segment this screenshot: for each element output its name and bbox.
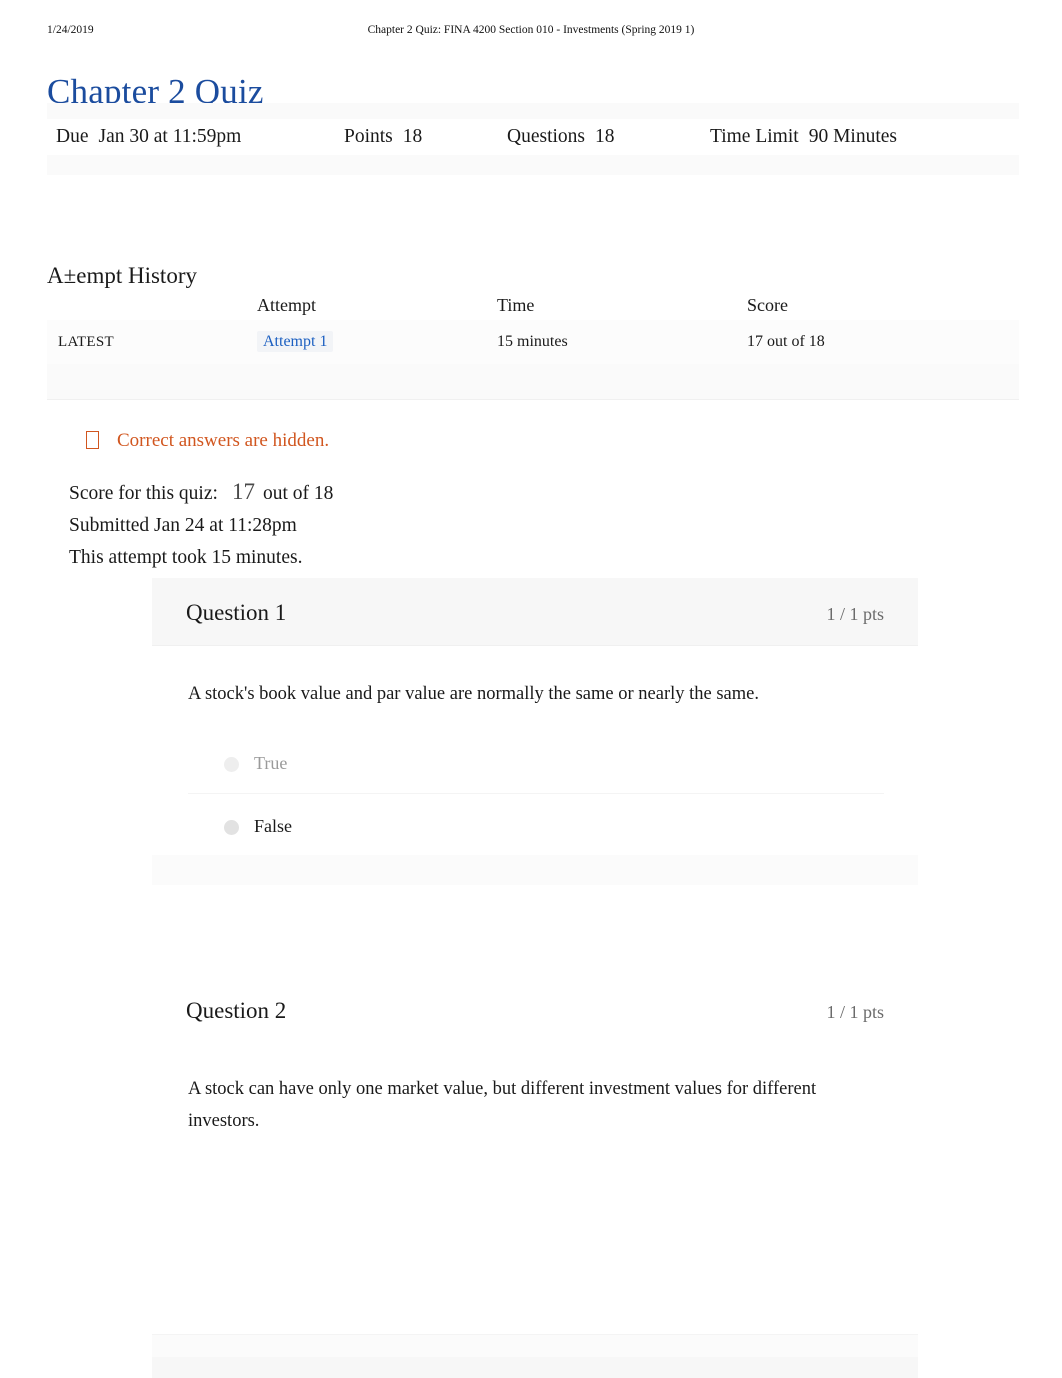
attempt-duration-line: This attempt took 15 minutes. [69, 547, 303, 568]
question-card-2: Question 2 1 / 1 pts A stock can have on… [152, 978, 918, 1178]
question-2-points: 1 / 1 pts [826, 1002, 884, 1022]
score-for-quiz-line: Score for this quiz: 17 out of 18 [69, 476, 333, 510]
print-document-title: Chapter 2 Quiz: FINA 4200 Section 010 - … [367, 24, 695, 36]
radio-icon-false[interactable] [224, 820, 239, 835]
quiz-questions-value: 18 [595, 126, 615, 147]
quiz-due-value: Jan 30 at 11:59pm [98, 126, 242, 147]
quiz-time-limit-value: 90 Minutes [808, 126, 897, 147]
attempt-cell: Attempt 1 [257, 320, 334, 364]
answer-label-false: False [254, 816, 292, 836]
latest-attempt-badge: LATEST [58, 334, 114, 350]
print-header: 1/24/2019 Chapter 2 Quiz: FINA 4200 Sect… [0, 24, 1062, 40]
attempt-time-cell: 15 minutes [497, 333, 568, 350]
question-1-header: Question 1 1 / 1 pts [152, 578, 918, 646]
meta-band-top [47, 103, 1019, 119]
info-box-icon [86, 431, 99, 449]
notice-text: Correct answers are hidden. [117, 430, 330, 451]
table-row: LATEST Attempt 1 15 minutes 17 out of 18 [47, 320, 1019, 364]
attempt-1-link[interactable]: Attempt 1 [257, 331, 334, 352]
submitted-line: Submitted Jan 24 at 11:28pm [69, 515, 297, 536]
attempt-history-table: Attempt Time Score LATEST Attempt 1 15 m… [47, 290, 1019, 400]
table-header-row: Attempt Time Score [47, 290, 1019, 320]
question-1-title: Question 1 [186, 600, 287, 625]
column-header-attempt: Attempt [257, 295, 316, 315]
radio-icon-true[interactable] [224, 757, 239, 772]
question-1-answers: True False [188, 731, 884, 855]
quiz-questions-label: Questions [507, 126, 585, 147]
score-value: 17 [231, 479, 255, 504]
question-card-3-partial [152, 1334, 918, 1378]
question-2-title: Question 2 [186, 998, 287, 1023]
question-1-text: A stock's book value and par value are n… [188, 684, 759, 704]
attempt-history-heading: A±empt History [47, 263, 197, 289]
question-card-1: Question 1 1 / 1 pts A stock's book valu… [152, 578, 918, 885]
question-1-points: 1 / 1 pts [826, 604, 884, 624]
question-2-text: A stock can have only one market value, … [188, 1079, 817, 1131]
meta-band-bottom [47, 155, 1019, 175]
quiz-time-limit-label: Time Limit [710, 126, 799, 147]
quiz-due-label: Due [56, 126, 89, 147]
quiz-time-limit: Time Limit 90 Minutes [710, 119, 897, 155]
quiz-points-label: Points [344, 126, 393, 147]
question-card-3-header-partial [152, 1357, 918, 1378]
column-header-time: Time [497, 295, 535, 315]
question-1-body: A stock's book value and par value are n… [152, 646, 918, 855]
quiz-meta-row: Due Jan 30 at 11:59pm Points 18 Questions 1… [47, 119, 1019, 155]
quiz-points: Points 18 [344, 119, 422, 155]
score-summary: Score for this quiz: 17 out of 18 Submitte… [69, 476, 333, 574]
answer-label-true: True [254, 753, 288, 773]
answer-option-false[interactable]: False [188, 793, 884, 855]
answer-option-true[interactable]: True [188, 731, 884, 793]
score-label: Score for this quiz: [69, 483, 218, 504]
correct-answers-hidden-notice: Correct answers are hidden. [86, 428, 329, 454]
quiz-due: Due Jan 30 at 11:59pm [56, 119, 241, 155]
attempt-score-cell: 17 out of 18 [747, 333, 825, 350]
score-out-of: out of 18 [262, 483, 334, 504]
table-footer-band [47, 364, 1019, 400]
quiz-meta-strip: Due Jan 30 at 11:59pm Points 18 Questions 1… [47, 103, 1019, 175]
quiz-points-value: 18 [402, 126, 423, 147]
quiz-questions: Questions 18 [507, 119, 615, 155]
column-header-score: Score [747, 295, 788, 315]
